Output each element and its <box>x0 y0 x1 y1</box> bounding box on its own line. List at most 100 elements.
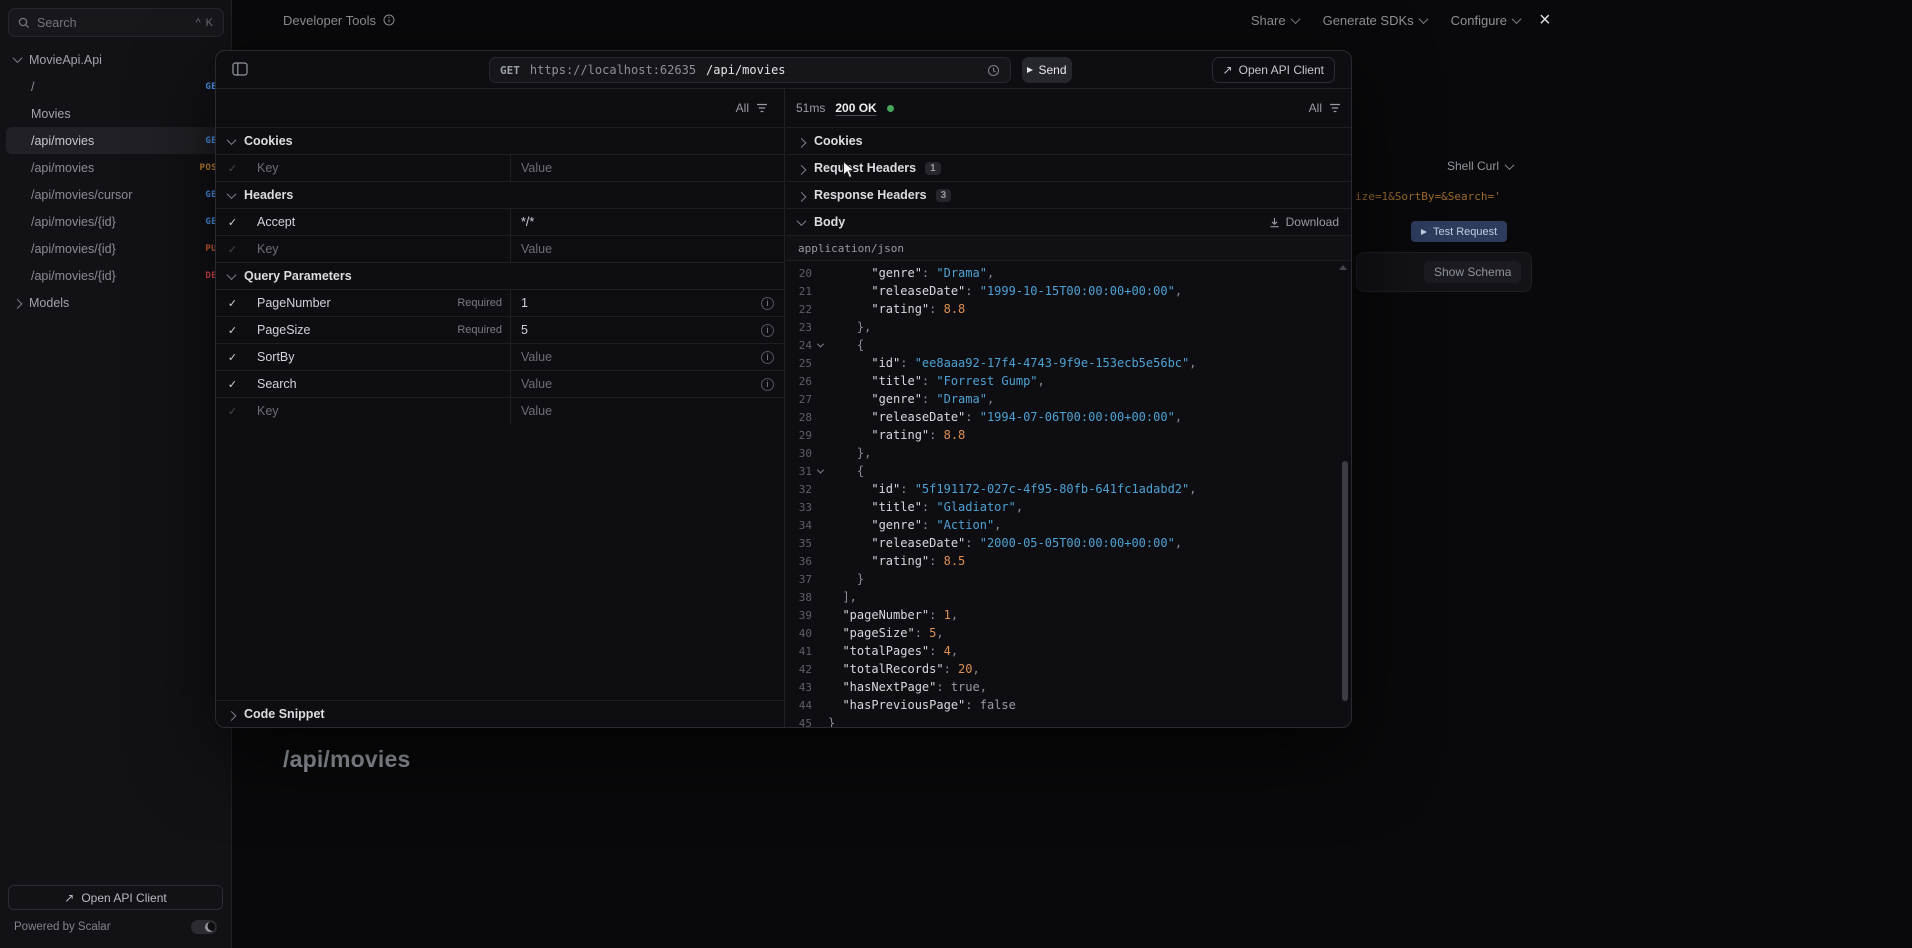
param-key[interactable]: Key <box>249 398 511 424</box>
code-text: { <box>828 338 864 352</box>
code-language-select[interactable]: Shell Curl <box>1447 159 1513 173</box>
sidebar-item-api-movies-id[interactable]: /api/movies/{id}GE <box>6 208 225 235</box>
response-section-request-headers[interactable]: Request Headers1 <box>786 154 1351 181</box>
fold-toggle-icon[interactable] <box>812 469 828 474</box>
address-bar[interactable]: GET https://localhost:62635 /api/movies <box>489 57 1011 83</box>
sidebar-item-label: / <box>31 80 197 94</box>
param-value[interactable]: Value <box>511 155 784 181</box>
row-checkbox[interactable]: ✓ <box>216 371 249 397</box>
code-line: 29 "rating": 8.8 <box>786 426 1351 444</box>
response-body-code[interactable]: 20 "genre": "Drama",21 "releaseDate": "1… <box>786 261 1351 727</box>
code-snippet-section[interactable]: Code Snippet <box>216 700 784 727</box>
response-section-cookies[interactable]: Cookies <box>786 127 1351 154</box>
row-checkbox[interactable]: ✓ <box>216 317 249 343</box>
show-schema-button[interactable]: Show Schema <box>1424 261 1521 283</box>
param-key[interactable]: Key <box>249 155 511 181</box>
param-value[interactable]: Valuei <box>511 371 784 397</box>
response-sections: CookiesRequest Headers1Response Headers3… <box>786 127 1351 235</box>
param-key[interactable]: Search <box>249 371 511 397</box>
scrollbar-thumb[interactable] <box>1342 461 1348 701</box>
section-title: Headers <box>244 188 293 202</box>
open-api-client-top-button[interactable]: ↗ Open API Client <box>1212 57 1335 83</box>
info-icon[interactable]: i <box>761 351 774 364</box>
param-key-text: PageNumber <box>257 296 331 310</box>
response-status-row: 51ms 200 OK All <box>786 89 1351 127</box>
filter-icon <box>756 103 768 113</box>
send-button[interactable]: Send <box>1022 57 1072 83</box>
param-key[interactable]: Accept <box>249 209 511 235</box>
chevron-right-icon <box>797 164 807 174</box>
sidebar-item-api-movies-id[interactable]: /api/movies/{id}DE <box>6 262 225 289</box>
info-icon <box>383 14 395 26</box>
line-number: 22 <box>786 303 812 316</box>
sidebar-item-movieapi-api[interactable]: MovieApi.Api <box>6 46 225 73</box>
param-value[interactable]: Value <box>511 236 784 262</box>
param-value[interactable]: Value <box>511 398 784 424</box>
code-text: }, <box>828 320 871 334</box>
param-key[interactable]: PageNumberRequired <box>249 290 511 316</box>
param-key-text: PageSize <box>257 323 311 337</box>
download-button[interactable]: Download <box>1269 215 1339 229</box>
param-key[interactable]: PageSizeRequired <box>249 317 511 343</box>
info-icon[interactable]: i <box>761 297 774 310</box>
row-checkbox[interactable]: ✓ <box>216 398 249 424</box>
code-line: 42 "totalRecords": 20, <box>786 660 1351 678</box>
row-checkbox[interactable]: ✓ <box>216 155 249 181</box>
request-sections: Cookies✓KeyValueHeaders✓Accept*/*✓KeyVal… <box>216 127 784 424</box>
row-checkbox[interactable]: ✓ <box>216 236 249 262</box>
response-section-response-headers[interactable]: Response Headers3 <box>786 181 1351 208</box>
history-icon[interactable] <box>987 64 1000 77</box>
scrollbar-up-arrow[interactable] <box>1339 265 1347 270</box>
chevron-down-icon <box>816 466 823 473</box>
header-action-share[interactable]: Share <box>1251 13 1299 28</box>
response-filter[interactable]: All <box>1309 101 1341 115</box>
sidebar-item-models[interactable]: Models <box>6 289 225 316</box>
sidebar-item-movies[interactable]: Movies <box>6 100 225 127</box>
sidebar-item-api-movies-id[interactable]: /api/movies/{id}PU <box>6 235 225 262</box>
code-text: "pageSize": 5, <box>828 626 944 640</box>
play-icon <box>1027 67 1033 73</box>
search-input[interactable]: Search ^ K <box>8 8 224 37</box>
docs-right-column: Shell Curl ize=1&SortBy=&Search=' Test R… <box>1352 0 1912 948</box>
line-number: 27 <box>786 393 812 406</box>
param-key[interactable]: SortBy <box>249 344 511 370</box>
param-key[interactable]: Key <box>249 236 511 262</box>
code-line: 30 }, <box>786 444 1351 462</box>
code-line: 43 "hasNextPage": true, <box>786 678 1351 696</box>
line-number: 30 <box>786 447 812 460</box>
chevron-right-icon <box>797 137 807 147</box>
code-line: 35 "releaseDate": "2000-05-05T00:00:00+0… <box>786 534 1351 552</box>
sidebar-item-api-movies[interactable]: /api/moviesGE <box>6 127 225 154</box>
row-checkbox[interactable]: ✓ <box>216 290 249 316</box>
info-icon[interactable]: i <box>761 378 774 391</box>
response-section-body[interactable]: BodyDownload <box>786 208 1351 235</box>
row-checkbox[interactable]: ✓ <box>216 344 249 370</box>
request-filter-label: All <box>736 101 749 115</box>
test-request-button[interactable]: Test Request <box>1411 221 1507 242</box>
search-placeholder: Search <box>37 16 188 30</box>
moon-icon <box>205 922 215 932</box>
request-filter[interactable]: All <box>216 89 784 127</box>
theme-toggle[interactable] <box>191 920 217 934</box>
param-value[interactable]: 5i <box>511 317 784 343</box>
open-api-client-button[interactable]: ↗ Open API Client <box>8 885 223 910</box>
sidebar-item-item[interactable]: /GE <box>6 73 225 100</box>
param-value[interactable]: 1i <box>511 290 784 316</box>
param-value-text: Value <box>521 404 552 418</box>
row-checkbox[interactable]: ✓ <box>216 209 249 235</box>
sidebar-item-api-movies-cursor[interactable]: /api/movies/cursorGE <box>6 181 225 208</box>
param-value[interactable]: Valuei <box>511 344 784 370</box>
param-value[interactable]: */* <box>511 209 784 235</box>
request-section-query-parameters[interactable]: Query Parameters <box>216 262 784 289</box>
response-status[interactable]: 200 OK <box>835 101 876 115</box>
request-section-headers[interactable]: Headers <box>216 181 784 208</box>
info-icon[interactable]: i <box>761 324 774 337</box>
param-row-pagesize: ✓PageSizeRequired5i <box>216 316 784 343</box>
code-text: "totalPages": 4, <box>828 644 958 658</box>
fold-toggle-icon[interactable] <box>812 343 828 348</box>
close-icon[interactable]: × <box>1539 8 1551 32</box>
sidebar-item-api-movies[interactable]: /api/moviesPOS <box>6 154 225 181</box>
sidebar-toggle-icon[interactable] <box>232 62 248 76</box>
line-number: 29 <box>786 429 812 442</box>
request-section-cookies[interactable]: Cookies <box>216 127 784 154</box>
